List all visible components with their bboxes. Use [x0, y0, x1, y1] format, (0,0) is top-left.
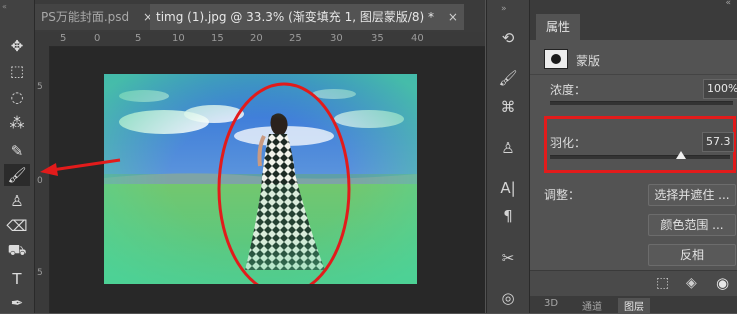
density-slider[interactable] [550, 101, 733, 105]
marquee-icon[interactable]: ⬚ [4, 60, 30, 82]
red-arrow-annotation [40, 158, 121, 176]
ruler-label: 5 [135, 33, 142, 44]
photo-content [104, 74, 417, 284]
paint-bucket-icon[interactable]: ⛟ [4, 240, 30, 262]
tab-channels[interactable]: 通道 [582, 298, 602, 313]
stamp-icon[interactable]: ♙ [4, 190, 30, 212]
density-field[interactable]: 100% [703, 79, 737, 99]
color-range-button[interactable]: 颜色范围 ... [648, 214, 736, 236]
lasso-icon[interactable]: ◌ [4, 86, 30, 108]
bottom-panel-tabs: 3D 通道 图层 [530, 296, 737, 313]
load-selection-icon[interactable]: ⬚ [656, 275, 669, 291]
tab-psd[interactable]: PS万能封面.psd × [35, 4, 153, 30]
adjust-label: 调整： [544, 188, 581, 202]
eraser-icon[interactable]: ⌫ [4, 215, 30, 237]
invert-button[interactable]: 反相 [648, 244, 736, 266]
type-icon[interactable]: T [4, 268, 30, 290]
eyedropper-icon[interactable]: ✎ [4, 140, 30, 162]
panel-header-strip: « [530, 0, 737, 8]
strip-expand-icon[interactable]: » [501, 4, 507, 14]
tool-presets-icon[interactable]: ✂ [495, 246, 521, 270]
pen-icon[interactable]: ✒ [4, 292, 30, 314]
tab-3d[interactable]: 3D [544, 298, 558, 309]
tab-layers[interactable]: 图层 [618, 298, 650, 313]
character-icon[interactable]: A| [495, 176, 521, 200]
ruler-label: 5 [60, 33, 67, 44]
mask-actions-bar: ⬚ ◈ ◉ [530, 270, 737, 297]
visibility-eye-icon[interactable]: ◉ [716, 274, 729, 292]
ruler-label: 25 [289, 33, 302, 44]
mask-label: 蒙版 [576, 54, 601, 68]
horizontal-ruler: 5 0 5 10 15 20 25 30 35 40 [35, 32, 485, 47]
ruler-label: 15 [211, 33, 224, 44]
ruler-label: 30 [330, 33, 343, 44]
tab-properties[interactable]: 属性 [536, 14, 581, 40]
ruler-label: 35 [371, 33, 384, 44]
brush-presets-icon[interactable]: ⌘ [495, 95, 521, 119]
feather-slider[interactable] [550, 155, 730, 159]
divider [530, 74, 737, 75]
tools-panel: « ✥ ⬚ ◌ ⁂ ✎ 🖌 ♙ ⌫ ⛟ T ✒ [0, 0, 35, 313]
feather-slider-thumb[interactable] [676, 151, 687, 159]
move-icon[interactable]: ✥ [4, 35, 30, 57]
document-tab-bar: PS万能封面.psd × timg (1).jpg @ 33.3% (渐变填充 … [35, 0, 485, 32]
panel-icon-strip: » ⟲ 🖌 ⌘ ♙ A| ¶ ✂ ◎ [486, 0, 530, 313]
select-and-mask-button[interactable]: 选择并遮住 ... [648, 184, 736, 206]
apply-mask-icon[interactable]: ◈ [686, 275, 697, 291]
properties-panel: « 属性 蒙版 浓度： 100% 羽化： 57.3 调整： 选择并遮住 ... … [530, 0, 737, 313]
ruler-label: 5 [37, 82, 43, 92]
panel-collapse-icon[interactable]: « [725, 0, 731, 8]
mask-icon[interactable] [544, 49, 568, 69]
feather-field[interactable]: 57.3 [702, 132, 734, 152]
brush-icon[interactable]: 🖌 [4, 164, 30, 186]
ruler-label: 40 [411, 33, 424, 44]
ruler-label: 0 [94, 33, 101, 44]
adjustments-icon[interactable]: ◎ [495, 286, 521, 310]
document-image[interactable] [104, 74, 417, 284]
toolbar-collapse-icon[interactable]: « [2, 2, 32, 11]
ruler-label: 20 [250, 33, 263, 44]
panel-tab-bar: 属性 [530, 8, 737, 40]
quick-select-icon[interactable]: ⁂ [4, 112, 30, 134]
ruler-label: 5 [37, 268, 43, 278]
ruler-label: 10 [172, 33, 185, 44]
history-icon[interactable]: ⟲ [495, 26, 521, 50]
close-icon[interactable]: × [448, 10, 458, 24]
density-label: 浓度： [550, 83, 587, 97]
paragraph-icon[interactable]: ¶ [495, 204, 521, 228]
feather-label: 羽化： [550, 136, 587, 150]
brush-settings-icon[interactable]: 🖌 [495, 66, 521, 90]
clone-source-icon[interactable]: ♙ [495, 136, 521, 160]
tab-timg[interactable]: timg (1).jpg @ 33.3% (渐变填充 1, 图层蒙版/8) * … [150, 4, 464, 30]
tab-label: timg (1).jpg @ 33.3% (渐变填充 1, 图层蒙版/8) * [156, 10, 435, 24]
tab-label: PS万能封面.psd [41, 10, 130, 24]
